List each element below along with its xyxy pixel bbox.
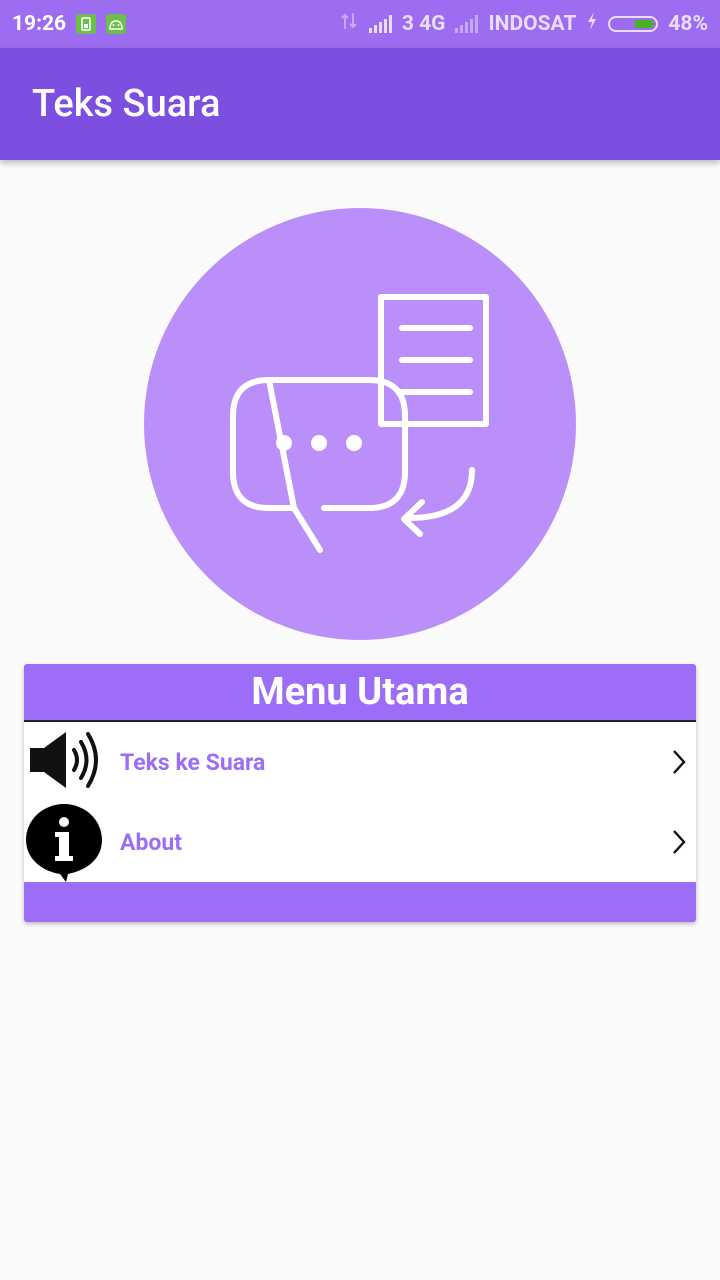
menu-item-about[interactable]: About — [24, 802, 696, 882]
app-logo — [144, 208, 576, 640]
chevron-right-icon — [673, 830, 686, 854]
chevron-right-icon — [673, 750, 686, 774]
data-transfer-icon — [339, 11, 359, 37]
network-type-label: 3 4G — [401, 12, 446, 36]
carrier-name: INDOSAT — [488, 12, 577, 36]
status-bar: 19:26 3 4G INDOSAT 48% — [0, 0, 720, 48]
speaker-icon — [30, 732, 98, 788]
battery-icon — [608, 16, 659, 32]
battery-percent: 48% — [668, 12, 708, 36]
charging-icon — [586, 11, 598, 37]
signal-strength-2-icon — [455, 15, 479, 33]
app-title: Teks Suara — [32, 82, 221, 126]
menu-title: Menu Utama — [251, 670, 469, 714]
menu-item-label: Teks ke Suara — [120, 748, 266, 776]
chat-document-convert-icon — [230, 294, 489, 553]
info-icon — [26, 804, 102, 882]
signal-strength-icon — [368, 15, 392, 33]
main-menu-card: Menu Utama Teks ke Suara About — [24, 664, 696, 922]
menu-header: Menu Utama — [24, 664, 696, 722]
menu-item-label: About — [120, 828, 183, 856]
menu-item-teks-ke-suara[interactable]: Teks ke Suara — [24, 722, 696, 802]
app-bar: Teks Suara — [0, 48, 720, 160]
menu-list: Teks ke Suara About — [24, 722, 696, 882]
status-time: 19:26 — [12, 12, 67, 36]
sim-notification-icon — [76, 14, 97, 34]
android-notification-icon — [106, 14, 127, 34]
